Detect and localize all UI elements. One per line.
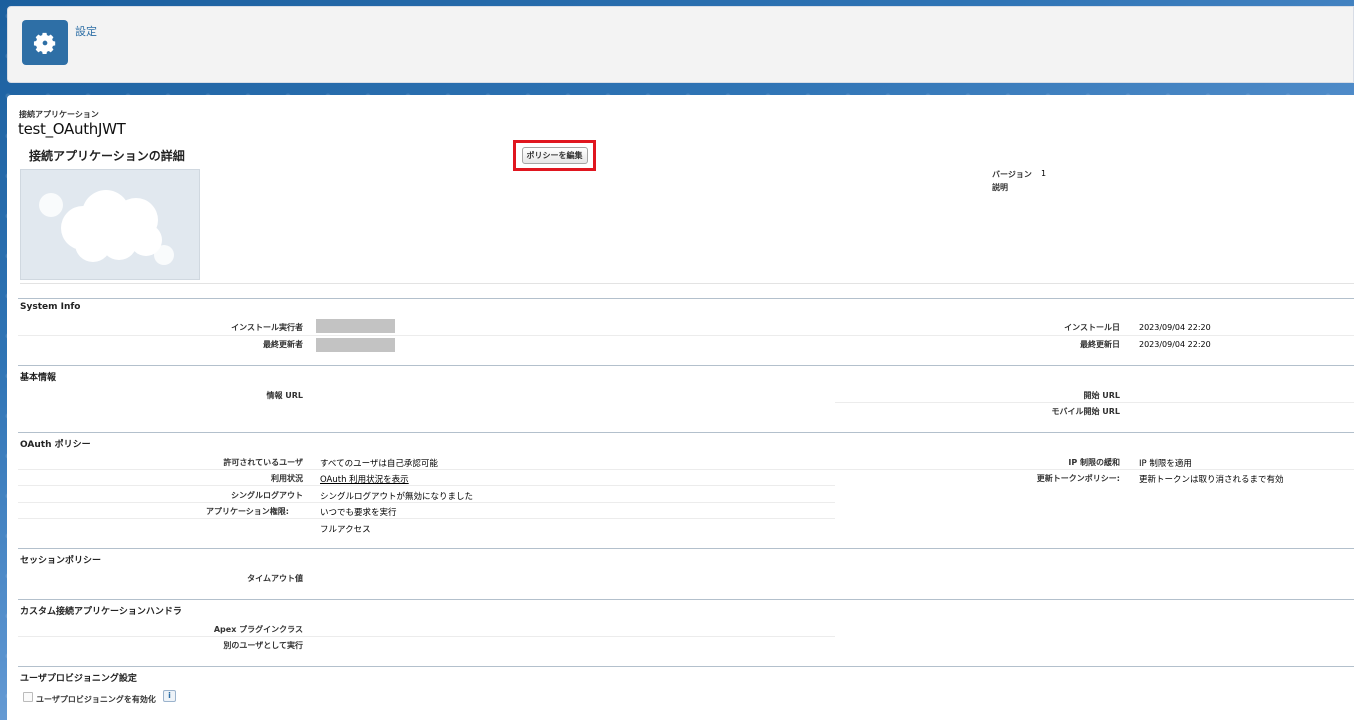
divider xyxy=(18,365,1354,366)
app-logo xyxy=(20,169,200,280)
edit-policy-button[interactable]: ポリシーを編集 xyxy=(521,147,588,164)
apex-plugin-class-label: Apex プラグインクラス xyxy=(213,625,303,634)
header-title[interactable]: 設定 xyxy=(75,23,97,39)
divider xyxy=(18,636,835,637)
start-url-label: 開始 URL xyxy=(1083,391,1120,400)
divider xyxy=(18,548,1354,549)
divider xyxy=(18,335,835,336)
refresh-token-policy-label: 更新トークンポリシー: xyxy=(1036,474,1120,483)
page-title: test_OAuthJWT xyxy=(18,120,126,138)
installed-date-value: 2023/09/04 22:20 xyxy=(1139,323,1211,332)
view-oauth-usage-link[interactable]: OAuth 利用状況を表示 xyxy=(320,473,409,485)
section-title-basic-info: 基本情報 xyxy=(20,373,57,383)
section-title-user-provisioning: ユーザプロビジョニング設定 xyxy=(20,674,137,684)
divider xyxy=(18,485,835,486)
enable-user-provisioning-label: ユーザプロビジョニングを有効化 xyxy=(36,695,156,704)
description-label: 説明 xyxy=(992,183,1008,192)
permitted-users-label: 許可されているユーザ xyxy=(223,458,303,467)
section-title-custom-handler: カスタム接続アプリケーションハンドラ xyxy=(20,607,182,617)
run-as-user-label: 別のユーザとして実行 xyxy=(223,641,303,650)
ip-relaxation-value: IP 制限を適用 xyxy=(1139,459,1192,469)
section-title-session-policy: セッションポリシー xyxy=(20,556,102,566)
gear-icon xyxy=(22,20,68,65)
page-header: 設定 xyxy=(7,6,1354,83)
section-title-system-info: System Info xyxy=(20,302,81,312)
last-modified-date-label: 最終更新日 xyxy=(1080,340,1120,349)
divider xyxy=(835,335,1354,336)
info-url-label: 情報 URL xyxy=(266,391,303,400)
main-panel: 接続アプリケーション test_OAuthJWT 接続アプリケーションの詳細 ポ… xyxy=(7,95,1354,720)
refresh-token-policy-value: 更新トークンは取り消されるまで有効 xyxy=(1139,475,1284,485)
installed-by-label: インストール実行者 xyxy=(231,323,303,332)
app-permissions-label: アプリケーション権限: xyxy=(205,507,289,516)
permitted-users-value: すべてのユーザは自己承認可能 xyxy=(320,459,438,469)
last-modified-date-value: 2023/09/04 22:20 xyxy=(1139,340,1211,349)
version-value: 1 xyxy=(1041,169,1047,178)
divider xyxy=(18,666,1354,667)
divider xyxy=(835,402,1354,403)
app-permission-value: フルアクセス xyxy=(320,525,371,535)
mobile-start-url-label: モバイル開始 URL xyxy=(1051,407,1120,416)
divider xyxy=(18,432,1354,433)
entity-type-label: 接続アプリケーション xyxy=(19,110,99,119)
version-label: バージョン xyxy=(992,170,1032,179)
divider xyxy=(835,469,1354,470)
divider xyxy=(18,469,835,470)
highlight-box: ポリシーを編集 xyxy=(513,140,596,171)
installed-date-label: インストール日 xyxy=(1064,323,1120,332)
timeout-label: タイムアウト値 xyxy=(247,574,303,583)
single-logout-label: シングルログアウト xyxy=(231,491,303,500)
enable-user-provisioning-checkbox[interactable] xyxy=(23,692,33,702)
redacted-value xyxy=(316,319,395,333)
divider xyxy=(18,298,1354,299)
divider xyxy=(20,283,1354,284)
usage-label: 利用状況 xyxy=(271,474,303,483)
section-title-oauth-policy: OAuth ポリシー xyxy=(20,440,91,450)
last-modified-by-label: 最終更新者 xyxy=(263,340,303,349)
divider xyxy=(18,502,835,503)
redacted-value xyxy=(316,338,395,352)
single-logout-value: シングルログアウトが無効になりました xyxy=(320,492,474,502)
info-icon[interactable]: i xyxy=(163,690,176,702)
ip-relaxation-label: IP 制限の緩和 xyxy=(1068,458,1120,467)
detail-section-title: 接続アプリケーションの詳細 xyxy=(29,149,185,163)
divider xyxy=(18,518,835,519)
app-permission-value: いつでも要求を実行 xyxy=(320,508,397,518)
divider xyxy=(18,599,1354,600)
